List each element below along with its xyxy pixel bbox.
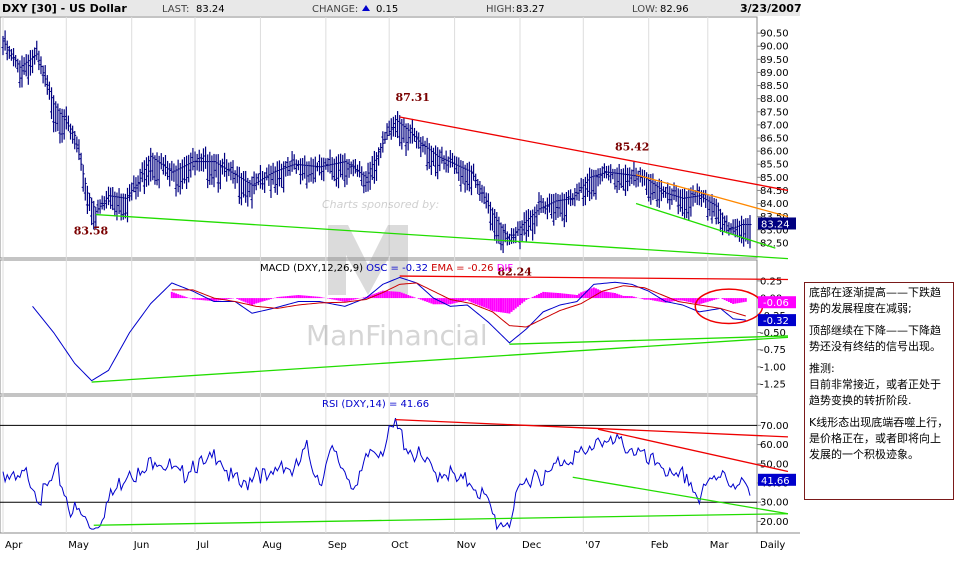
y-tick-label: 70.00 [760, 421, 789, 432]
y-tick-label: 20.00 [760, 517, 789, 528]
last-label: LAST: [162, 4, 189, 15]
y-tick-label: -0.75 [760, 345, 786, 356]
x-tick-label: Aug [262, 540, 282, 551]
last-value: 83.24 [196, 4, 225, 15]
x-tick-label: Jul [196, 540, 209, 551]
y-tick-label: 86.50 [760, 134, 789, 145]
y-tick-label: 30.00 [760, 498, 789, 509]
x-tick-label: Nov [457, 540, 477, 551]
last-price-label: 83.24 [761, 219, 790, 230]
y-tick-label: -1.25 [760, 380, 786, 391]
x-tick-label: Feb [651, 540, 669, 551]
y-tick-label: 90.50 [760, 29, 789, 40]
y-tick-label: 60.00 [760, 440, 789, 451]
x-tick-label: Dec [522, 540, 541, 551]
price-annotation: 87.31 [395, 91, 429, 104]
analysis-note: 底部在逐渐提高——下跌趋势的发展程度在减弱; [809, 286, 941, 315]
x-tick-label: '07 [585, 540, 600, 551]
analysis-note: 顶部继续在下降——下降趋势还没有终结的信号出现。 [809, 324, 941, 353]
chart-header: DXY [30] - US Dollar LAST: 83.24 CHANGE:… [0, 0, 802, 16]
y-tick-label: 88.50 [760, 81, 789, 92]
change-label: CHANGE: [312, 4, 358, 15]
y-tick-label: 85.00 [760, 173, 789, 184]
y-tick-label: -1.00 [760, 362, 786, 373]
high-value: 83.27 [516, 4, 545, 15]
watermark-brand-text: ManFinancial [306, 319, 488, 352]
low-label: LOW: [632, 4, 658, 15]
macd-title: MACD (DXY,12,26,9) OSC = -0.32 EMA = -0.… [260, 263, 513, 274]
macd-value-label: -0.32 [763, 316, 789, 327]
watermark-sponsor-text: Charts sponsored by: [322, 198, 439, 211]
y-tick-label: 86.00 [760, 147, 789, 158]
high-label: HIGH: [486, 4, 515, 15]
analysis-note: 推测: 目前非常接近，或者正处于趋势变换的转折阶段. [809, 362, 941, 407]
y-tick-label: 89.00 [760, 68, 789, 79]
low-value: 82.96 [660, 4, 689, 15]
rsi-panel [0, 395, 758, 534]
macd-title-part: EMA = -0.26 [428, 263, 494, 274]
x-tick-label: Apr [5, 540, 23, 551]
price-annotation: 83.58 [74, 225, 109, 238]
y-tick-label: 0.25 [760, 276, 782, 287]
rsi-title: RSI (DXY,14) = 41.66 [322, 399, 429, 410]
x-tick-label: Jun [133, 540, 150, 551]
macd-title-part: OSC = -0.32 [363, 263, 428, 274]
x-axis-right-label: Daily [760, 540, 785, 551]
x-tick-label: May [68, 540, 89, 551]
y-tick-label: 89.50 [760, 55, 789, 66]
y-tick-label: 85.50 [760, 160, 789, 171]
x-tick-label: Oct [391, 540, 408, 551]
macd-title-part: DIF [494, 263, 514, 274]
analysis-notes: 底部在逐渐提高——下跌趋势的发展程度在减弱; 顶部继续在下降——下降趋势还没有终结… [804, 282, 954, 500]
y-tick-label: 84.00 [760, 199, 789, 210]
osc-value-label: -0.06 [763, 298, 789, 309]
chart-date: 3/23/2007 [740, 2, 802, 15]
y-tick-label: 87.00 [760, 120, 789, 131]
analysis-note: K线形态出现底端吞噬上行，是价格正在，或者即将向上发展的一个积极迹象。 [809, 416, 949, 461]
svg-text:MACD (DXY,12,26,9) OSC = -0.32: MACD (DXY,12,26,9) OSC = -0.32 EMA = -0.… [260, 263, 513, 274]
price-panel [0, 16, 758, 259]
rsi-value-label: 41.66 [761, 476, 790, 487]
y-tick-label: 87.50 [760, 107, 789, 118]
y-tick-label: 90.00 [760, 42, 789, 53]
symbol-title: DXY [30] - US Dollar [2, 2, 127, 15]
x-tick-label: Sep [328, 540, 347, 551]
change-value: 0.15 [376, 4, 398, 15]
macd-title-part: MACD (DXY,12,26,9) [260, 263, 363, 274]
price-annotation: 85.42 [615, 140, 649, 153]
x-tick-label: Mar [710, 540, 730, 551]
y-tick-label: 88.00 [760, 94, 789, 105]
